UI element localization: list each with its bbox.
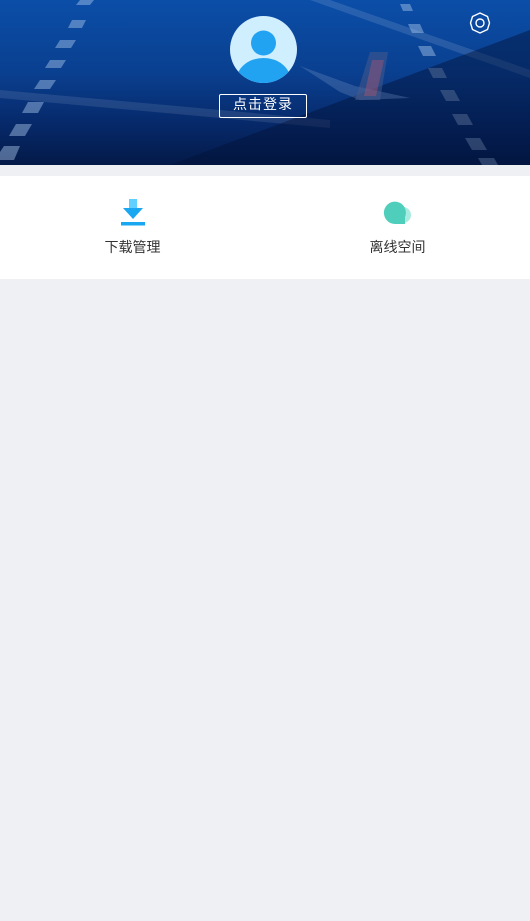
profile-header: 点击登录	[0, 0, 530, 165]
download-icon	[118, 198, 148, 228]
settings-gear-icon	[469, 12, 491, 34]
quick-actions-panel: 下载管理 离线空间	[0, 176, 530, 279]
offline-space-button[interactable]: 离线空间	[265, 176, 530, 279]
cloud-icon	[383, 198, 413, 228]
login-button[interactable]: 点击登录	[219, 94, 307, 118]
download-manager-label: 下载管理	[104, 240, 161, 256]
offline-space-label: 离线空间	[369, 240, 426, 256]
settings-button[interactable]	[466, 9, 494, 37]
default-user-avatar-icon	[236, 30, 291, 83]
download-manager-button[interactable]: 下载管理	[0, 176, 265, 279]
avatar[interactable]	[230, 16, 297, 83]
